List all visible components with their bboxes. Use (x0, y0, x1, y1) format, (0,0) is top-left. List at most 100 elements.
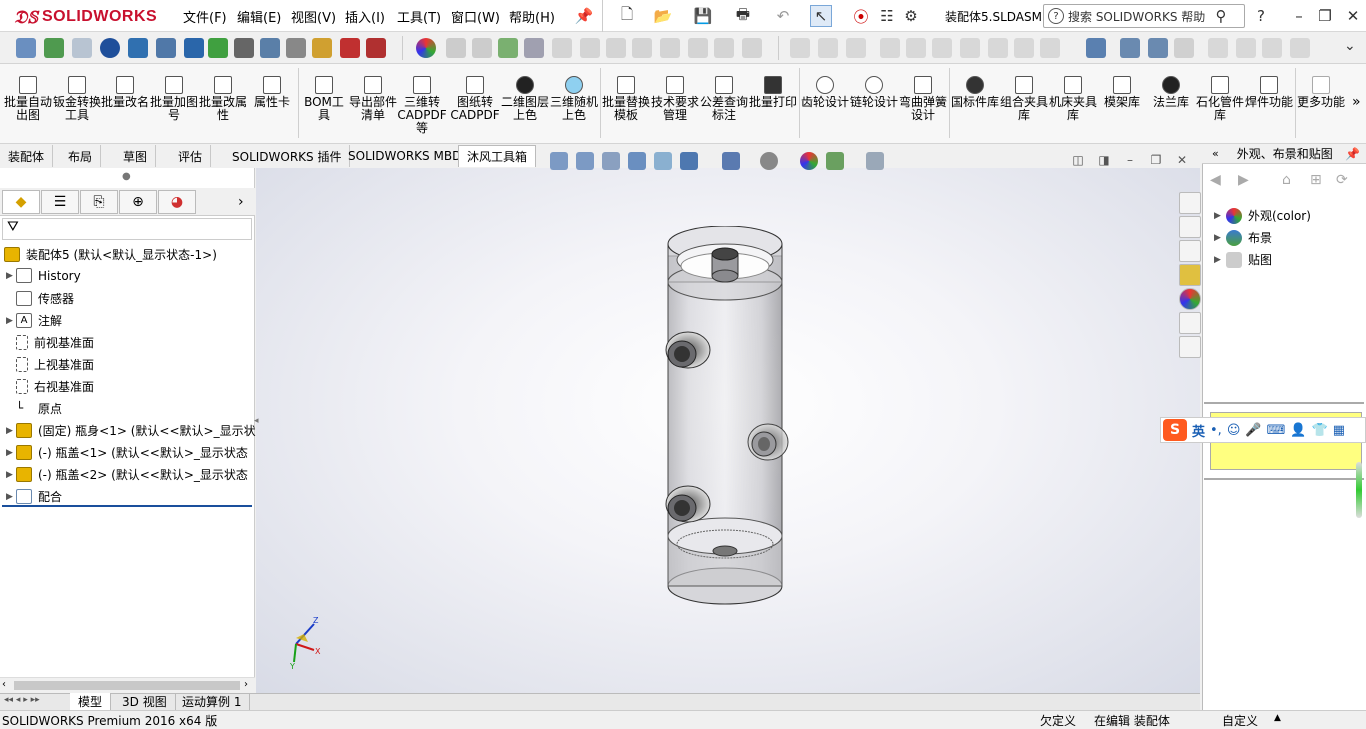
cmd-batch-properties-button[interactable]: 批量改属性 (198, 76, 248, 122)
cmd-3d-to-cadpdf-button[interactable]: 三维转CADPDF等 (397, 76, 447, 135)
doc-restore-icon[interactable]: ❐ (1148, 152, 1164, 168)
addin-tool-icon[interactable] (524, 38, 544, 58)
expand-arrow-icon[interactable]: ▶ (1214, 211, 1226, 221)
addin-tool-icon[interactable] (260, 38, 280, 58)
vessel-model[interactable] (640, 226, 820, 612)
tree-root-assembly[interactable]: 装配体5 (默认<默认_显示状态-1>) (4, 246, 217, 263)
appearance-ball-icon[interactable] (416, 38, 436, 58)
select-cursor-icon[interactable]: ↖ (810, 5, 832, 27)
new-document-icon[interactable]: 🗋 (616, 5, 638, 27)
expand-arrow-icon[interactable]: ▶ (6, 271, 16, 281)
tree-item-cap-1[interactable]: ▶ (-) 瓶盖<1> (默认<<默认>_显示状态 (6, 444, 248, 461)
addin-tool-icon[interactable] (1120, 38, 1140, 58)
menu-help[interactable]: 帮助(H) (509, 7, 555, 26)
cmd-mold-base-library-button[interactable]: 模架库 (1097, 76, 1147, 109)
scroll-thumb[interactable] (14, 681, 240, 690)
rollback-bar[interactable] (2, 505, 252, 507)
doc-close-icon[interactable]: ✕ (1174, 152, 1190, 168)
tree-item-mates[interactable]: ▶ 配合 (6, 488, 62, 505)
tree-horizontal-scrollbar[interactable]: ‹ › (0, 677, 255, 693)
design-library-icon[interactable] (1179, 216, 1201, 238)
expand-arrow-icon[interactable]: ▶ (1214, 233, 1226, 243)
cmd-batch-drawing-number-button[interactable]: 批量加图号 (149, 76, 199, 122)
tree-item-annotations[interactable]: ▶ A 注解 (6, 312, 62, 329)
task-item-scenes[interactable]: ▶ 布景 (1214, 229, 1272, 246)
ime-user-icon[interactable]: 👤 (1290, 423, 1306, 438)
collapse-double-chevron-icon[interactable]: « (1212, 147, 1219, 160)
pane-scrollbar[interactable] (1356, 462, 1362, 518)
feature-manager-tab-icon[interactable]: ◆ (2, 190, 40, 214)
sogou-ime-logo-icon[interactable]: S (1163, 419, 1187, 441)
print-icon[interactable]: 🖶 (732, 5, 754, 27)
cmd-weldment-functions-button[interactable]: 焊件功能 (1244, 76, 1294, 109)
menu-insert[interactable]: 插入(I) (345, 7, 385, 26)
expand-arrow-icon[interactable]: ▶ (1214, 255, 1226, 265)
status-units-custom[interactable]: 自定义 (1222, 712, 1258, 729)
addin-tool-icon[interactable] (366, 38, 386, 58)
task-item-decals[interactable]: ▶ 贴图 (1214, 251, 1272, 268)
close-icon[interactable]: ✕ (1342, 5, 1364, 27)
minimize-icon[interactable]: – (1288, 5, 1310, 27)
addin-tool-icon[interactable] (1086, 38, 1106, 58)
addin-tool-icon[interactable] (72, 38, 92, 58)
addin-tool-icon[interactable] (286, 38, 306, 58)
task-pane-pin-icon[interactable]: 📌 (1345, 147, 1360, 161)
cmd-more-chevron-icon[interactable]: » (1352, 94, 1361, 110)
view-settings-icon[interactable] (866, 152, 884, 170)
scroll-left-icon[interactable]: ‹ (2, 679, 6, 690)
view-orientation-icon[interactable] (680, 152, 698, 170)
tabs-scroll-right-icon[interactable]: › (238, 194, 244, 210)
tab-motion-study-1[interactable]: 运动算例 1 (174, 693, 251, 710)
task-item-appearances[interactable]: ▶ 外观(color) (1214, 207, 1311, 224)
file-properties-icon[interactable]: ☷ (876, 5, 898, 27)
units-dropdown-icon[interactable]: ▲ (1274, 713, 1281, 723)
dynamic-annotation-icon[interactable] (654, 152, 672, 170)
addin-tool-icon[interactable] (208, 38, 228, 58)
undo-icon[interactable]: ↶ (772, 5, 794, 27)
menu-window[interactable]: 窗口(W) (451, 7, 500, 26)
expand-arrow-icon[interactable]: ▶ (6, 316, 16, 326)
cmd-gear-design-button[interactable]: 齿轮设计 (800, 76, 850, 109)
cmd-modular-fixture-library-button[interactable]: 组合夹具库 (999, 76, 1049, 122)
scroll-right-icon[interactable]: › (244, 679, 248, 690)
search-magnifier-icon[interactable]: ⚲ (1210, 5, 1232, 27)
property-manager-tab-icon[interactable]: ☰ (41, 190, 79, 214)
cmd-more-functions-button[interactable]: 更多功能 (1296, 76, 1346, 109)
tab-3d-view[interactable]: 3D 视图 (114, 693, 176, 710)
cmd-flange-library-button[interactable]: 法兰库 (1146, 76, 1196, 109)
addin-tool-icon[interactable] (184, 38, 204, 58)
panel-collapse-icon[interactable]: ◂ (254, 416, 259, 426)
ime-skin-shirt-icon[interactable]: 👕 (1312, 423, 1328, 438)
previous-view-icon[interactable] (602, 152, 620, 170)
options-gear-icon[interactable]: ⚙ (900, 5, 922, 27)
expand-arrow-icon[interactable]: ▶ (6, 492, 16, 502)
apply-scene-icon[interactable] (826, 152, 844, 170)
solidworks-resources-home-icon[interactable] (1179, 192, 1201, 214)
open-folder-icon[interactable]: 📂 (652, 5, 674, 27)
tab-evaluate[interactable]: 评估 (170, 145, 212, 167)
ime-emoji-icon[interactable]: ☺ (1227, 423, 1241, 438)
tab-layout[interactable]: 布局 (60, 145, 102, 167)
ime-toolbox-grid-icon[interactable]: ▦ (1333, 423, 1345, 438)
pane-splitter[interactable] (1204, 478, 1364, 480)
cmd-bom-tool-button[interactable]: BOM工具 (299, 76, 349, 122)
cmd-machine-fixture-library-button[interactable]: 机床夹具库 (1048, 76, 1098, 122)
addin-tool-icon[interactable] (234, 38, 254, 58)
cmd-3d-random-color-button[interactable]: 三维随机上色 (549, 76, 599, 122)
addin-tool-icon[interactable] (44, 38, 64, 58)
ime-keyboard-icon[interactable]: ⌨ (1267, 423, 1286, 438)
cmd-gb-parts-library-button[interactable]: 国标件库 (950, 76, 1000, 109)
cmd-batch-replace-template-button[interactable]: 批量替换模板 (601, 76, 651, 122)
addin-tool-icon[interactable] (156, 38, 176, 58)
tab-model[interactable]: 模型 (70, 693, 112, 710)
ime-punctuation-icon[interactable]: •, (1210, 423, 1222, 438)
zoom-to-fit-icon[interactable] (550, 152, 568, 170)
tree-item-history[interactable]: ▶ History (6, 268, 81, 283)
tile-right-icon[interactable]: ◨ (1096, 152, 1112, 168)
expand-arrow-icon[interactable]: ▶ (6, 426, 16, 436)
tile-left-icon[interactable]: ◫ (1070, 152, 1086, 168)
tree-item-top-plane[interactable]: 上视基准面 (6, 356, 94, 373)
tab-sketch[interactable]: 草图 (115, 145, 157, 167)
tree-item-body[interactable]: ▶ (固定) 瓶身<1> (默认<<默认>_显示状 (6, 422, 256, 439)
cmd-batch-print-button[interactable]: 批量打印 (748, 76, 798, 109)
